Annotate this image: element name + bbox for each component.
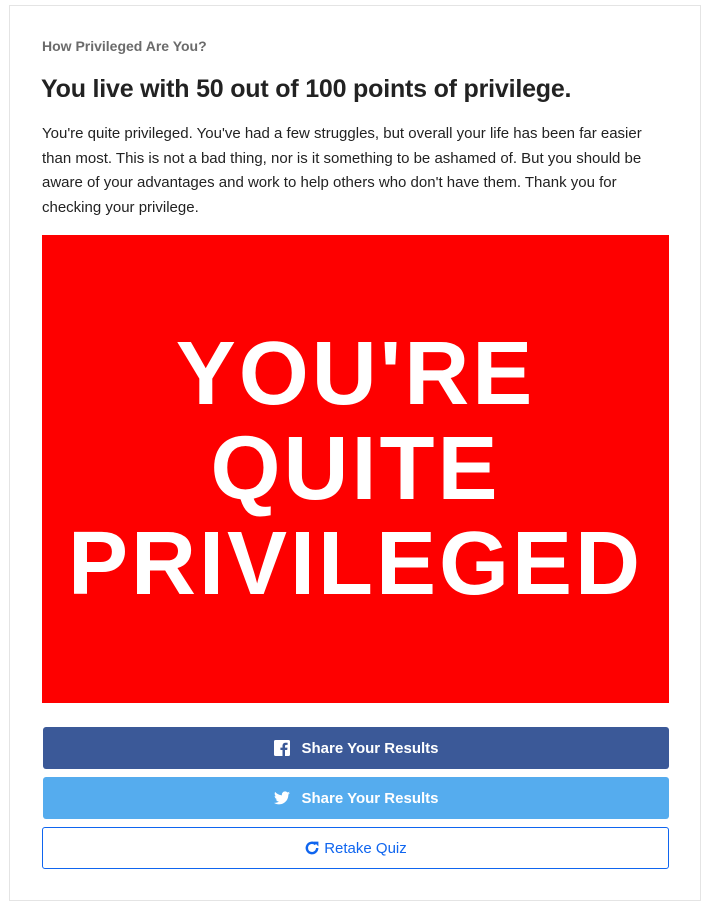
share-twitter-label: Share Your Results	[301, 789, 439, 807]
facebook-icon	[273, 740, 290, 756]
quiz-name: How Privileged Are You?	[42, 38, 207, 54]
retake-quiz-label: Retake Quiz	[324, 839, 407, 857]
share-facebook-label: Share Your Results	[301, 739, 439, 757]
share-facebook-button[interactable]: Share Your Results	[43, 727, 669, 769]
share-twitter-button[interactable]: Share Your Results	[43, 777, 669, 819]
result-title: You live with 50 out of 100 points of pr…	[41, 75, 572, 103]
result-image: YOU'RE QUITE PRIVILEGED	[42, 235, 669, 703]
result-image-line-1: YOU'RE	[175, 323, 536, 424]
result-image-line-2: QUITE	[210, 418, 501, 519]
result-description: You're quite privileged. You've had a fe…	[42, 125, 642, 216]
result-image-line-3: PRIVILEGED	[67, 513, 644, 614]
refresh-icon	[304, 840, 320, 856]
retake-quiz-button[interactable]: Retake Quiz	[42, 827, 669, 869]
twitter-bird-icon	[273, 791, 290, 805]
